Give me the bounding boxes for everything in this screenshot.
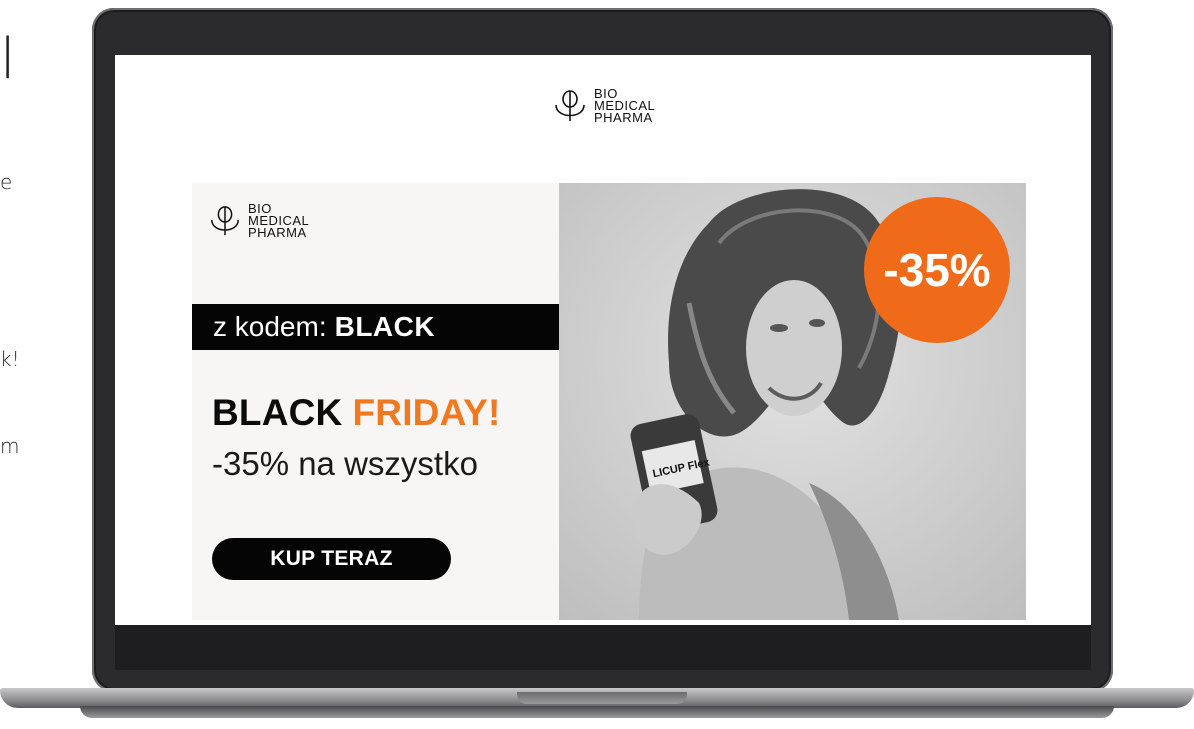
logo-line: PHARMA bbox=[248, 225, 307, 240]
laptop-base-shadow bbox=[80, 706, 1114, 718]
banner-headline: BLACK FRIDAY! bbox=[212, 392, 501, 434]
logo-wordmark: BIO MEDICAL PHARMA bbox=[248, 202, 309, 240]
banner-logo: BIO MEDICAL PHARMA bbox=[208, 202, 309, 240]
site-logo[interactable]: BIO MEDICAL PHARMA bbox=[552, 87, 655, 125]
laptop-notch bbox=[517, 692, 687, 704]
black-friday-banner[interactable]: BIO MEDICAL PHARMA z kodem: BLACK BLACK F… bbox=[192, 183, 1026, 620]
discount-badge: -35% bbox=[864, 197, 1010, 343]
promo-code-value: BLACK bbox=[334, 311, 436, 342]
promo-code-prefix: z kodem: bbox=[213, 311, 327, 342]
cropped-text-fragment: m bbox=[0, 434, 20, 458]
biomedical-logo-icon bbox=[555, 90, 585, 121]
banner-photo: LICUP Flex -35% bbox=[559, 183, 1026, 620]
promo-code-strip: z kodem: BLACK bbox=[192, 304, 559, 350]
logo-wordmark: BIO MEDICAL PHARMA bbox=[594, 87, 655, 125]
buy-now-button[interactable]: KUP TERAZ bbox=[212, 538, 451, 580]
laptop-screen: BIO MEDICAL PHARMA BIO MEDICAL PHARMA z … bbox=[115, 55, 1091, 625]
banner-left-panel: BIO MEDICAL PHARMA z kodem: BLACK BLACK F… bbox=[192, 183, 559, 620]
logo-line: PHARMA bbox=[594, 110, 653, 125]
cropped-heading-fragment: l bbox=[0, 27, 16, 92]
headline-orange: FRIDAY! bbox=[352, 392, 501, 433]
cropped-text-fragment: k! bbox=[0, 347, 20, 371]
biomedical-logo-icon bbox=[211, 206, 239, 236]
headline-black: BLACK bbox=[212, 392, 343, 433]
cropped-text-fragment: e bbox=[0, 170, 13, 194]
banner-subline: -35% na wszystko bbox=[212, 445, 478, 482]
laptop-bezel bbox=[115, 625, 1091, 670]
